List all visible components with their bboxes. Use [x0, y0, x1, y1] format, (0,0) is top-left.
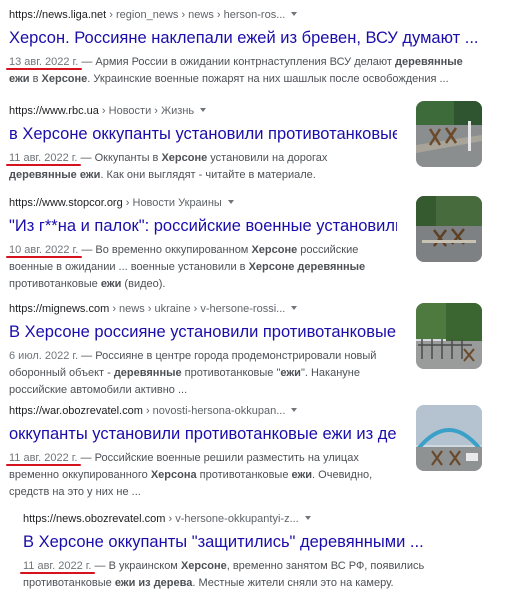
- result-url: https://news.obozrevatel.com: [23, 513, 166, 525]
- result-date: 10 авг. 2022 г.: [9, 244, 79, 256]
- result-breadcrumb: https://www.stopcor.org › Новости Украин…: [9, 196, 397, 210]
- result-path: › news › ukraine › v-hersone-rossi...: [109, 303, 286, 315]
- result-snippet: 13 авг. 2022 г. — Армия России в ожидани…: [9, 56, 463, 85]
- result-url: https://www.stopcor.org: [9, 197, 123, 209]
- result-path: › Новости Украины: [122, 197, 222, 209]
- result-url: https://war.obozrevatel.com: [9, 405, 143, 417]
- result-title[interactable]: Херсон. Россияне наклепали ежей из бреве…: [9, 28, 484, 48]
- result-title[interactable]: оккупанты установили противотанковые ежи…: [9, 424, 397, 444]
- result-url: https://mignews.com: [9, 303, 110, 315]
- result-title[interactable]: "Из г**на и палок": российские военные у…: [9, 216, 397, 236]
- result-thumbnail[interactable]: [416, 196, 482, 262]
- result-breadcrumb: https://mignews.com › news › ukraine › v…: [9, 302, 397, 316]
- search-result: https://www.rbc.ua › Новости › Жизнь в Х…: [9, 104, 397, 184]
- road-hedgehogs-photo: [416, 101, 482, 167]
- result-date: 11 авг. 2022 г.: [9, 452, 78, 464]
- result-snippet: 6 июл. 2022 г. — Россияне в центре город…: [9, 350, 377, 396]
- street-barrier-photo: [416, 303, 482, 369]
- result-snippet: 11 авг. 2022 г. — В украинском Херсоне, …: [23, 560, 425, 589]
- result-thumbnail[interactable]: [416, 405, 482, 471]
- more-options-icon[interactable]: [304, 516, 311, 520]
- result-date: 6 июл. 2022 г.: [9, 350, 79, 362]
- result-snippet: 11 авг. 2022 г. — Оккупанты в Херсоне ус…: [9, 152, 328, 181]
- result-path: › Новости › Жизнь: [98, 105, 195, 117]
- result-snippet: 11 авг. 2022 г. — Российские военные реш…: [9, 452, 373, 498]
- result-path: › region_news › news › herson-ros...: [106, 9, 286, 21]
- result-thumbnail[interactable]: [416, 101, 482, 167]
- result-date: 13 авг. 2022 г.: [9, 56, 79, 68]
- result-title[interactable]: в Херсоне оккупанты установили противота…: [9, 124, 397, 144]
- result-thumbnail[interactable]: [416, 303, 482, 369]
- result-breadcrumb: https://www.rbc.ua › Новости › Жизнь: [9, 104, 397, 118]
- bridge-hedgehogs-photo: [416, 405, 482, 471]
- result-date: 11 авг. 2022 г.: [23, 560, 92, 572]
- result-title[interactable]: В Херсоне россияне установили противотан…: [9, 322, 397, 342]
- result-breadcrumb: https://war.obozrevatel.com › novosti-he…: [9, 404, 397, 418]
- more-options-icon[interactable]: [227, 200, 234, 204]
- search-result: https://mignews.com › news › ukraine › v…: [9, 302, 397, 399]
- result-url: https://news.liga.net: [9, 9, 107, 21]
- result-breadcrumb: https://news.obozrevatel.com › v-hersone…: [23, 512, 483, 526]
- search-result: https://news.obozrevatel.com › v-hersone…: [23, 512, 483, 592]
- more-options-icon[interactable]: [291, 408, 298, 412]
- result-url: https://www.rbc.ua: [9, 105, 99, 117]
- result-title[interactable]: В Херсоне оккупанты "защитились" деревян…: [23, 532, 483, 552]
- search-result: https://news.liga.net › region_news › ne…: [9, 8, 484, 88]
- result-breadcrumb: https://news.liga.net › region_news › ne…: [9, 8, 484, 22]
- result-date: 11 авг. 2022 г.: [9, 152, 78, 164]
- search-result: https://www.stopcor.org › Новости Украин…: [9, 196, 397, 293]
- search-result: https://war.obozrevatel.com › novosti-he…: [9, 404, 397, 501]
- result-path: › novosti-hersona-okkupan...: [142, 405, 286, 417]
- result-snippet: 10 авг. 2022 г. — Во временно оккупирова…: [9, 244, 366, 290]
- more-options-icon[interactable]: [200, 108, 207, 112]
- barricade-photo: [416, 196, 482, 262]
- result-path: › v-hersone-okkupantyi-z...: [165, 513, 299, 525]
- more-options-icon[interactable]: [291, 306, 298, 310]
- more-options-icon[interactable]: [291, 12, 298, 16]
